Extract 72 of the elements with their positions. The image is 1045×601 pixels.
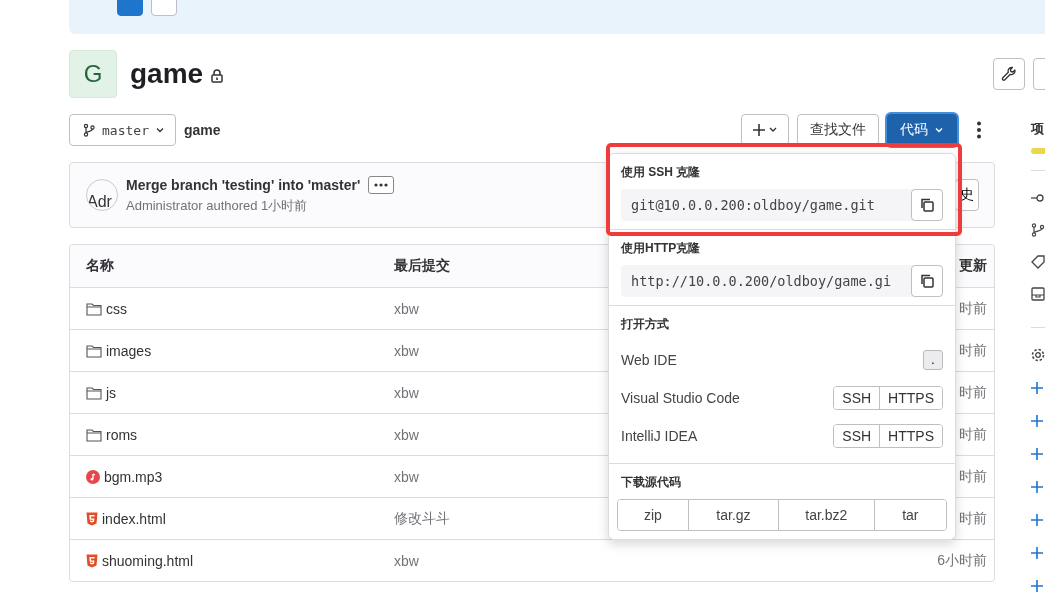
copy-button[interactable] [911,189,943,221]
more-options-icon[interactable] [977,121,981,139]
commit-icon[interactable] [1031,191,1045,205]
wrench-icon [1001,66,1017,82]
ide-option-label: IntelliJ IDEA [621,428,698,444]
updated-time: 时前 [959,467,987,486]
caret-icon [154,125,165,135]
settings-icon[interactable] [1031,348,1045,362]
find-file-button[interactable]: 查找文件 [797,114,879,146]
settings-button[interactable] [993,58,1025,90]
section-title: 使用 SSH 克隆 [621,164,702,181]
language-bar [1031,148,1045,154]
branch-icon [82,123,96,137]
section-title: 下载源代码 [620,474,682,491]
ellipsis-icon [374,182,389,187]
plus-caret-icon [752,123,778,137]
ide-option-label: Web IDE [621,352,677,368]
add-icon[interactable] [1031,547,1043,559]
folder-icon [86,427,102,442]
breadcrumb-path[interactable]: game [183,122,221,138]
column-header: 最后提交 [394,257,451,275]
updated-time: 时前 [959,425,987,444]
add-dropdown-button[interactable] [741,114,789,146]
caret-icon [934,125,944,135]
branch-icon[interactable] [1031,223,1045,237]
updated-time: 时前 [959,299,987,318]
copy-icon [920,198,934,212]
copy-icon [920,274,934,288]
protocol-button[interactable]: HTTPS [879,387,942,409]
project-title: game [130,58,204,90]
commit-message[interactable]: xbw [394,552,938,569]
html-file-icon [86,511,98,526]
html-file-icon [86,553,98,568]
updated-time: 时前 [959,341,987,360]
commit-title[interactable]: Merge branch 'testing' into 'master' [126,176,361,193]
ide-option-label: Visual Studio Code [621,390,740,406]
download-format-button[interactable]: tar [873,500,946,530]
file-link[interactable]: index.html [86,510,394,527]
section-title: 打开方式 [621,316,670,333]
updated-time: 时前 [959,383,987,402]
add-icon[interactable] [1031,580,1043,592]
copy-button[interactable] [911,265,943,297]
file-link[interactable]: js [86,384,394,401]
shortcut-key[interactable]: . [923,350,943,370]
add-icon[interactable] [1031,448,1043,460]
project-avatar: G [69,50,117,98]
sidebar-heading: 项 [1031,120,1044,138]
file-link[interactable]: bgm.mp3 [86,468,394,485]
folder-icon [86,385,102,400]
updated-time: 6小时前 [937,551,987,570]
add-icon[interactable] [1031,481,1043,493]
column-header: 更新 [959,257,987,275]
package-icon[interactable] [1031,287,1045,301]
file-link[interactable]: shuoming.html [86,552,394,569]
file-link[interactable]: images [86,342,394,359]
folder-icon [86,343,102,358]
commit-meta: Administrator authored 1小时前 [126,196,309,215]
music-file-icon [86,469,100,484]
updated-time: 时前 [959,509,987,528]
code-dropdown-button[interactable]: 代码 [887,114,957,146]
column-header: 名称 [86,257,115,275]
folder-icon [86,301,102,316]
branch-dropdown[interactable]: master [69,114,176,146]
expand-button[interactable] [368,175,395,194]
file-link[interactable]: roms [86,426,394,443]
add-icon[interactable] [1031,415,1043,427]
file-link[interactable]: css [86,300,394,317]
tag-icon[interactable] [1031,255,1045,269]
protocol-button[interactable]: HTTPS [879,425,942,447]
add-icon[interactable] [1031,382,1043,394]
add-icon[interactable] [1031,514,1043,526]
section-title: 使用HTTP克隆 [621,240,702,257]
